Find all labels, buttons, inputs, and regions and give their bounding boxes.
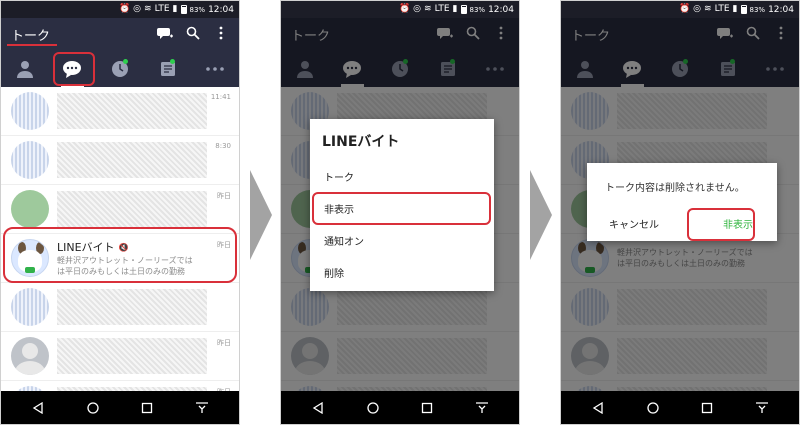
android-nav-bar [561,391,799,424]
battery-icon [460,5,467,14]
tab-highlight-box [53,52,95,86]
home-icon[interactable] [641,401,665,414]
person-icon [16,61,33,78]
chat-row[interactable] [1,283,239,332]
vibrate-icon: ◎ [413,4,422,14]
vibrate-icon: ◎ [133,4,142,14]
menu-down-icon[interactable] [190,401,214,414]
status-bar: ⏰ ◎ ≋ LTE ▮ 83% 12:04 [281,1,519,18]
status-bar: ⏰ ◎ ≋ LTE ▮ 83% 12:04 [561,1,799,18]
back-icon[interactable] [26,401,50,414]
tab-timeline[interactable] [96,51,144,87]
recents-icon[interactable] [695,402,719,414]
battery-icon [180,5,187,14]
clock-time: 12:04 [488,4,514,15]
chat-time: 11:41 [210,93,231,101]
menu-item-delete[interactable]: 削除 [310,259,494,291]
chat-time: 昨日 [217,339,231,347]
blurred-preview [57,289,207,325]
avatar [11,92,49,130]
chat-row[interactable]: 8:30 [1,136,239,185]
android-nav-bar [281,391,519,424]
android-nav-bar [1,391,239,424]
battery-percent: 83% [189,5,206,14]
more-horizontal-icon [206,67,224,71]
tab-news[interactable] [144,51,192,87]
alarm-icon: ⏰ [678,4,691,14]
page-title: トーク [11,29,51,44]
avatar [11,337,49,375]
search-icon[interactable] [185,26,201,44]
back-icon[interactable] [586,401,610,414]
blurred-preview [57,338,207,374]
status-bar: ⏰ ◎ ≋ LTE ▮ 83% 12:04 [1,1,239,18]
signal-icon: ▮ [732,4,738,14]
lte-label: LTE [434,4,450,14]
alarm-icon: ⏰ [118,4,131,14]
confirm-button-highlight-box [687,208,755,241]
battery-percent: 83% [749,5,766,14]
avatar [11,288,49,326]
step-arrow [530,170,552,260]
hide-item-highlight-box [312,192,491,225]
clock-time: 12:04 [208,4,234,15]
home-icon[interactable] [81,401,105,414]
chat-time: 昨日 [217,192,231,200]
tab-more[interactable] [191,51,239,87]
phone-screen-chat-list: ⏰ ◎ ≋ LTE ▮ 83% 12:04 トーク 11:41 8:30 昨日 … [0,0,240,425]
title-underline-mark [7,44,57,46]
context-menu-title: LINEバイト [322,134,400,150]
phone-screen-context-menu: ⏰ ◎ ≋ LTE ▮ 83% 12:04 トーク [280,0,520,425]
chat-row-highlight-box [3,227,237,283]
menu-down-icon[interactable] [470,401,494,414]
more-vertical-icon[interactable] [213,26,229,44]
menu-down-icon[interactable] [750,401,774,414]
tab-friends[interactable] [1,51,49,87]
vibrate-icon: ◎ [693,4,702,14]
phone-screen-confirm-dialog: ⏰ ◎ ≋ LTE ▮ 83% 12:04 トーク内容は削除されません。 キャン… [560,0,800,425]
lte-label: LTE [154,4,170,14]
new-badge [122,59,128,64]
battery-icon [740,5,747,14]
wifi-icon: ≋ [424,4,432,14]
clock-time: 12:04 [768,4,794,15]
recents-icon[interactable] [415,402,439,414]
home-icon[interactable] [361,401,385,414]
add-chat-icon[interactable] [157,26,173,44]
tab-bar [1,51,239,87]
blurred-preview [57,191,207,227]
chat-row[interactable]: 昨日 [1,332,239,381]
wifi-icon: ≋ [704,4,712,14]
blurred-preview [57,93,207,129]
chat-row[interactable]: 11:41 [1,87,239,136]
app-header: トーク [1,18,239,51]
signal-icon: ▮ [172,4,178,14]
avatar [11,141,49,179]
blurred-preview [57,142,207,178]
battery-percent: 83% [469,5,486,14]
recents-icon[interactable] [135,402,159,414]
menu-item-notify-on[interactable]: 通知オン [310,227,494,259]
lte-label: LTE [714,4,730,14]
dialog-message: トーク内容は削除されません。 [605,183,745,194]
chat-time: 8:30 [215,142,231,150]
avatar [11,190,49,228]
tutorial-stage: ⏰ ◎ ≋ LTE ▮ 83% 12:04 トーク 11:41 8:30 昨日 … [0,0,800,425]
cancel-button[interactable]: キャンセル [609,216,659,231]
back-icon[interactable] [306,401,330,414]
alarm-icon: ⏰ [398,4,411,14]
menu-item-talk[interactable]: トーク [310,163,494,195]
wifi-icon: ≋ [144,4,152,14]
step-arrow [250,170,272,260]
signal-icon: ▮ [452,4,458,14]
